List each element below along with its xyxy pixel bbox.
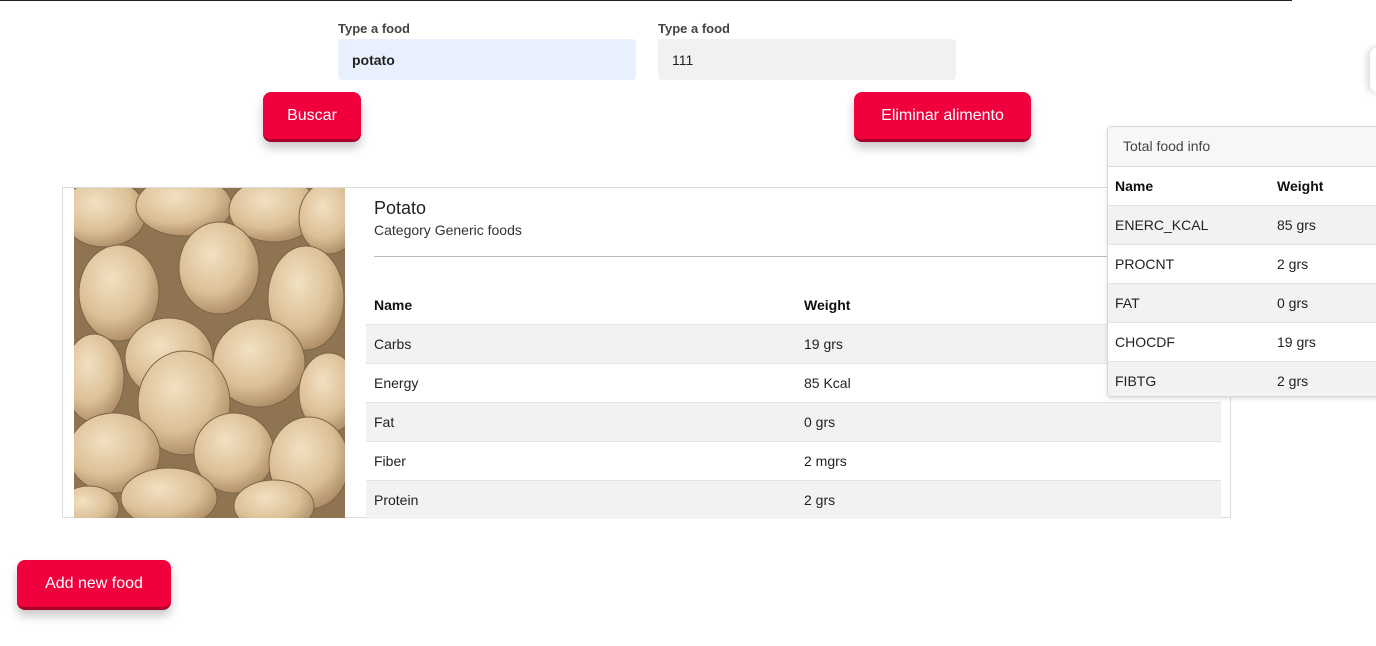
total-nutrient-weight: 2 grs [1269, 244, 1376, 284]
food-title: Potato [374, 198, 427, 218]
table-header-row: Name Weight [1108, 167, 1376, 206]
nutrient-name: Fiber [366, 441, 796, 481]
add-new-food-button[interactable]: Add new food [17, 560, 171, 610]
table-row: Energy 85 Kcal [366, 363, 1221, 403]
total-panel-title: Total food info [1108, 127, 1376, 167]
nutrient-weight: 0 grs [796, 402, 1221, 442]
food-delete-input[interactable] [658, 39, 956, 80]
food-delete-input-label: Type a food [658, 21, 730, 36]
nutrient-name: Protein [366, 480, 796, 519]
total-nutrient-weight: 19 grs [1269, 322, 1376, 362]
total-nutrient-weight: 85 grs [1269, 205, 1376, 245]
food-card: Potato Category Generic foods Name Weigh… [62, 187, 1231, 519]
table-row: PROCNT 2 grs [1108, 244, 1376, 284]
table-row: Fiber 2 mgrs [366, 441, 1221, 481]
card-divider [374, 256, 1220, 257]
table-row: Fat 0 grs [366, 402, 1221, 442]
table-header-row: Name Weight [366, 286, 1221, 325]
column-header-name: Name [1115, 178, 1154, 194]
total-nutrient-code: CHOCDF [1108, 322, 1269, 362]
nutrient-weight: 2 grs [796, 480, 1221, 519]
potato-photo-icon [74, 188, 345, 518]
food-search-input[interactable] [338, 39, 636, 80]
table-row: FAT 0 grs [1108, 283, 1376, 323]
nutrients-table: Name Weight Carbs 19 grs Energy 85 Kcal … [366, 286, 1221, 519]
total-nutrient-code: FAT [1108, 283, 1269, 323]
nutrient-name: Carbs [366, 324, 796, 364]
table-row: FIBTG 2 grs [1108, 361, 1376, 396]
total-nutrient-code: ENERC_KCAL [1108, 205, 1269, 245]
delete-food-button[interactable]: Eliminar alimento [854, 92, 1031, 142]
top-divider [0, 0, 1292, 1]
total-nutrient-code: FIBTG [1108, 361, 1269, 396]
total-nutrient-weight: 2 grs [1269, 361, 1376, 396]
nutrient-weight: 2 mgrs [796, 441, 1221, 481]
table-row: CHOCDF 19 grs [1108, 322, 1376, 362]
table-row: Carbs 19 grs [366, 324, 1221, 364]
total-nutrient-code: PROCNT [1108, 244, 1269, 284]
column-header-weight: Weight [1277, 178, 1324, 194]
floating-side-handle[interactable] [1370, 48, 1376, 92]
search-button[interactable]: Buscar [263, 92, 361, 142]
total-food-info-panel: Total food info Name Weight ENERC_KCAL 8… [1107, 126, 1376, 397]
food-input-label: Type a food [338, 21, 410, 36]
column-header-name: Name [374, 297, 413, 313]
total-nutrients-table: Name Weight ENERC_KCAL 85 grs PROCNT 2 g… [1108, 167, 1376, 396]
nutrient-name: Fat [366, 402, 796, 442]
table-row: ENERC_KCAL 85 grs [1108, 205, 1376, 245]
potato-image [74, 188, 345, 518]
total-nutrient-weight: 0 grs [1269, 283, 1376, 323]
food-category: Category Generic foods [374, 222, 522, 238]
nutrient-name: Energy [366, 363, 796, 403]
table-row: Protein 2 grs [366, 480, 1221, 519]
